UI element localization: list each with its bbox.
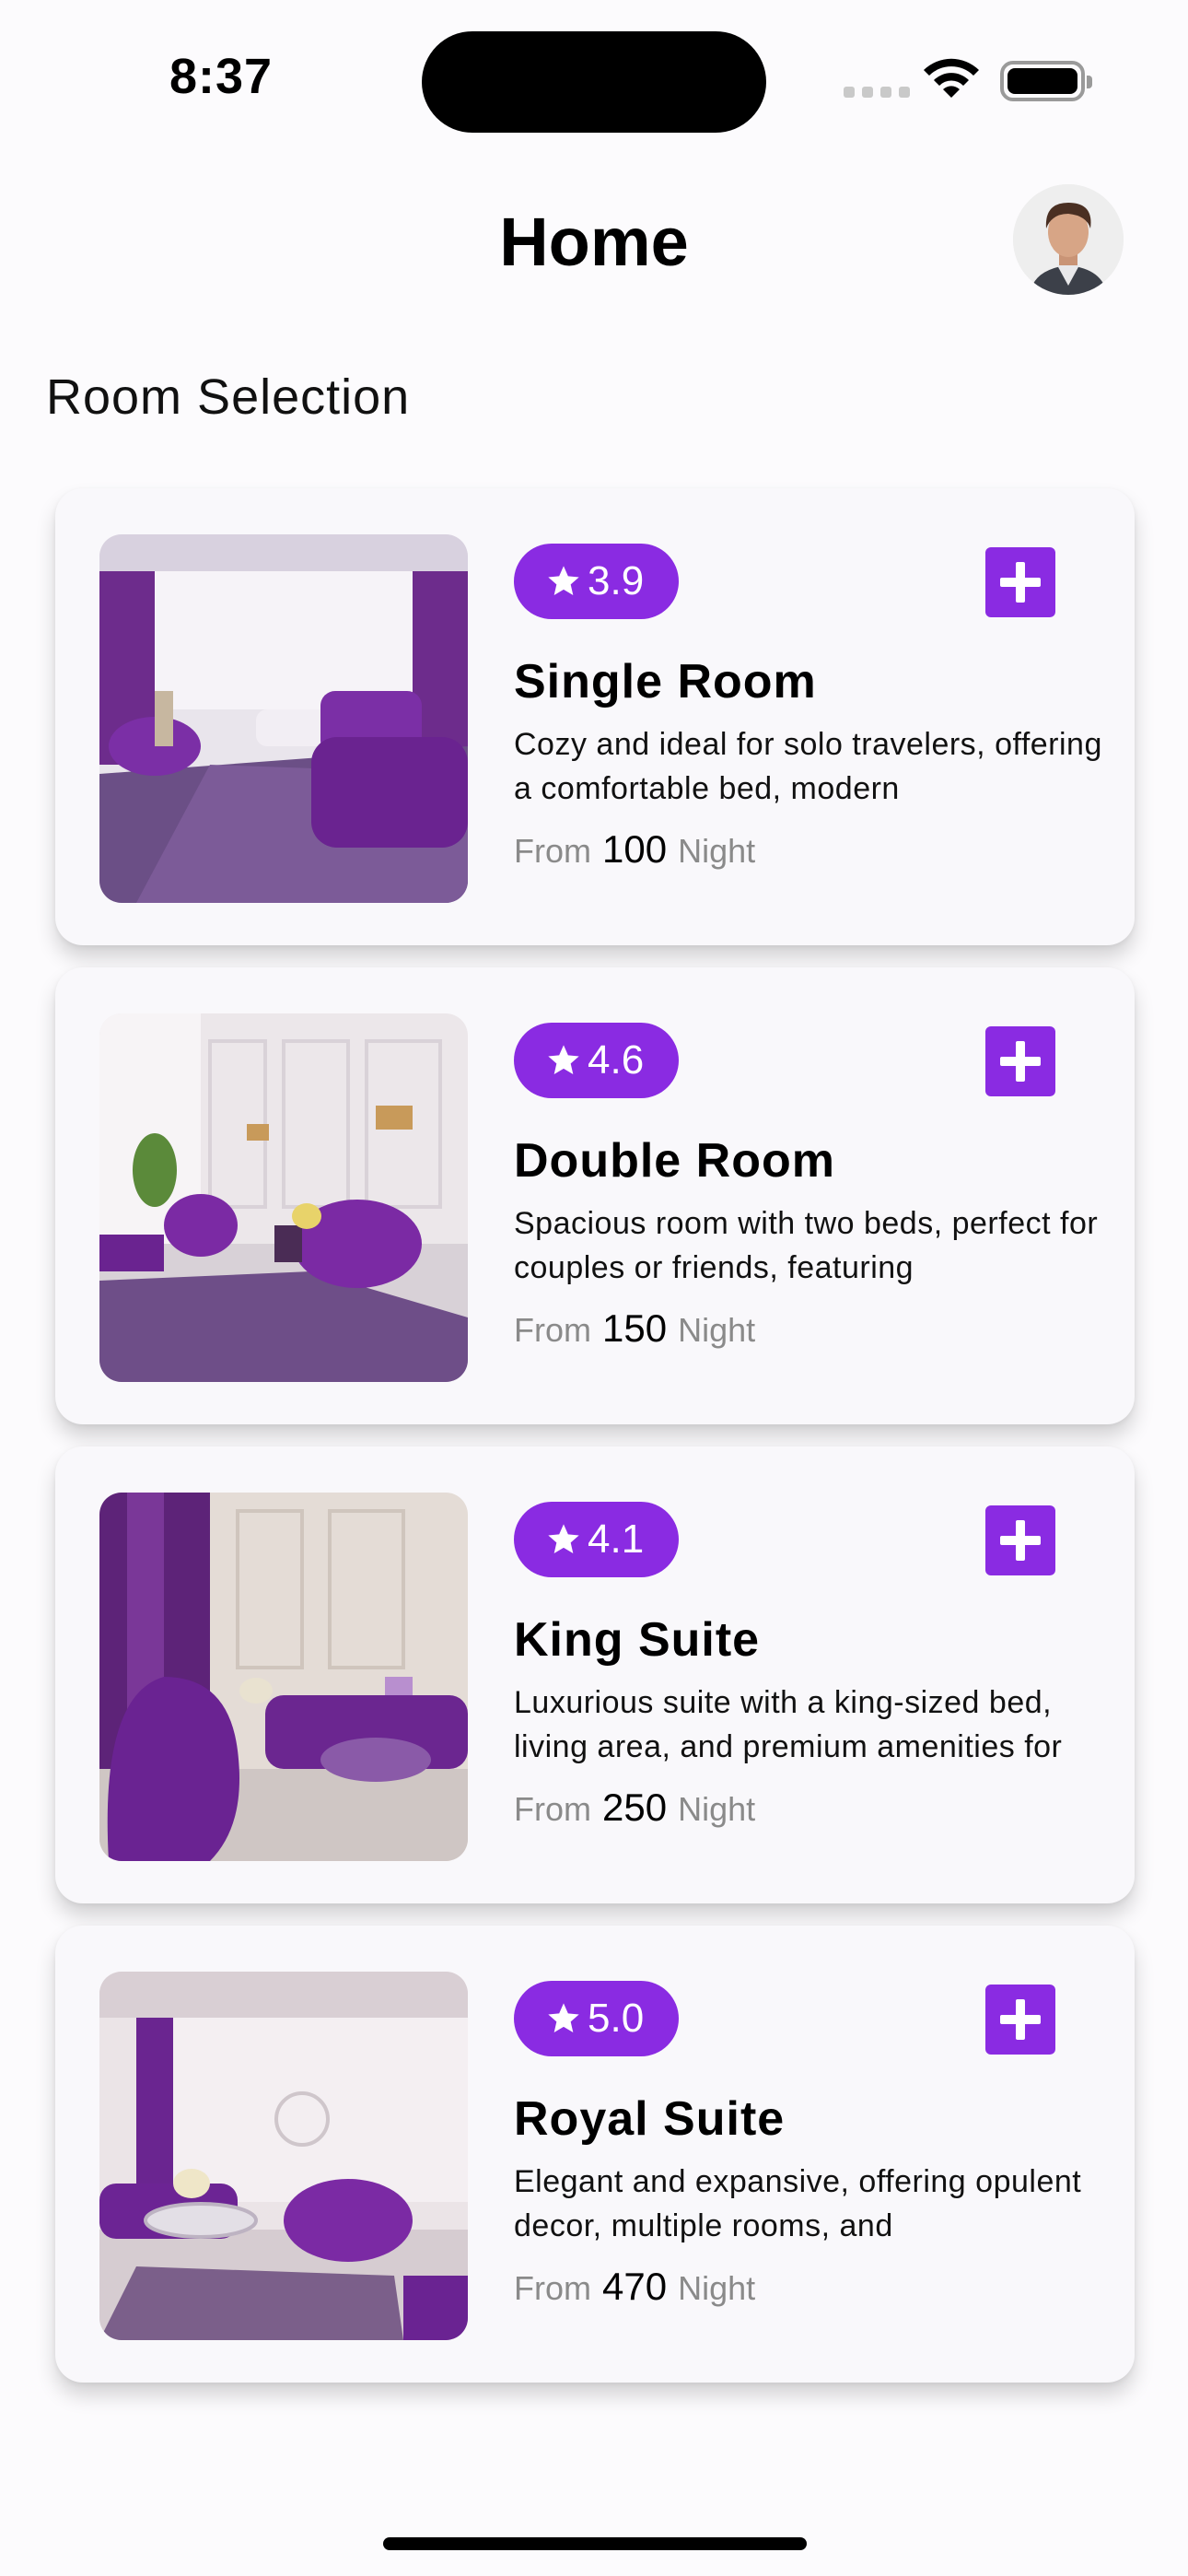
price-unit: Night (678, 1311, 756, 1349)
home-screen: 8:37 Home Room Selection 3.9 Single Room… (0, 0, 1188, 2576)
room-list: 3.9 Single Room Cozy and ideal for solo … (55, 488, 1135, 2405)
star-icon (548, 566, 579, 595)
room-photo (99, 1972, 468, 2340)
add-room-button[interactable] (985, 1026, 1055, 1096)
dynamic-island (422, 31, 766, 133)
price-row: From 100 Night (514, 827, 755, 872)
price-value: 100 (602, 827, 668, 871)
rating-value: 4.1 (588, 1516, 645, 1562)
price-prefix: From (514, 1311, 591, 1349)
rating-badge: 4.1 (514, 1502, 680, 1577)
room-photo (99, 1013, 468, 1382)
page-title: Home (499, 204, 689, 280)
room-name: Single Room (514, 655, 817, 708)
price-prefix: From (514, 1790, 591, 1828)
rating-badge: 3.9 (514, 544, 680, 619)
price-prefix: From (514, 2269, 591, 2307)
room-photo (99, 534, 468, 903)
room-card[interactable]: 5.0 Royal Suite Elegant and expansive, o… (55, 1926, 1135, 2383)
star-icon (548, 2003, 579, 2032)
add-room-button[interactable] (985, 1505, 1055, 1575)
profile-avatar[interactable] (1013, 184, 1124, 295)
room-description: Luxurious suite with a king-sized bed, l… (514, 1685, 1063, 1764)
rating-value: 5.0 (588, 1996, 645, 2041)
room-name: Royal Suite (514, 2092, 786, 2146)
room-photo (99, 1493, 468, 1861)
room-description: Cozy and ideal for solo travelers, offer… (514, 727, 1102, 806)
room-name: King Suite (514, 1613, 761, 1667)
room-name: Double Room (514, 1134, 835, 1188)
price-value: 150 (602, 1306, 668, 1350)
section-title: Room Selection (46, 369, 411, 425)
avatar-icon (1013, 184, 1124, 295)
home-indicator[interactable] (383, 2537, 807, 2550)
price-unit: Night (678, 2269, 756, 2307)
price-row: From 470 Night (514, 2265, 755, 2309)
room-description: Elegant and expansive, offering opulent … (514, 2164, 1082, 2243)
star-icon (548, 1045, 579, 1074)
room-card[interactable]: 4.1 King Suite Luxurious suite with a ki… (55, 1446, 1135, 1903)
room-card[interactable]: 4.6 Double Room Spacious room with two b… (55, 967, 1135, 1424)
rating-value: 3.9 (588, 558, 645, 603)
wifi-icon (924, 58, 979, 98)
room-description: Spacious room with two beds, perfect for… (514, 1206, 1099, 1285)
rating-badge: 5.0 (514, 1981, 680, 2056)
status-bar: 8:37 (0, 0, 1188, 157)
price-value: 470 (602, 2265, 668, 2308)
price-row: From 150 Night (514, 1306, 755, 1351)
star-icon (548, 1524, 579, 1553)
add-room-button[interactable] (985, 1985, 1055, 2055)
add-room-button[interactable] (985, 547, 1055, 617)
battery-icon (1000, 61, 1092, 101)
rating-value: 4.6 (588, 1037, 645, 1083)
price-prefix: From (514, 832, 591, 870)
rating-badge: 4.6 (514, 1023, 680, 1098)
room-card[interactable]: 3.9 Single Room Cozy and ideal for solo … (55, 488, 1135, 945)
price-unit: Night (678, 832, 756, 870)
price-row: From 250 Night (514, 1786, 755, 1830)
price-value: 250 (602, 1786, 668, 1829)
cellular-signal-icon (844, 87, 910, 98)
price-unit: Night (678, 1790, 756, 1828)
status-time: 8:37 (169, 49, 274, 104)
